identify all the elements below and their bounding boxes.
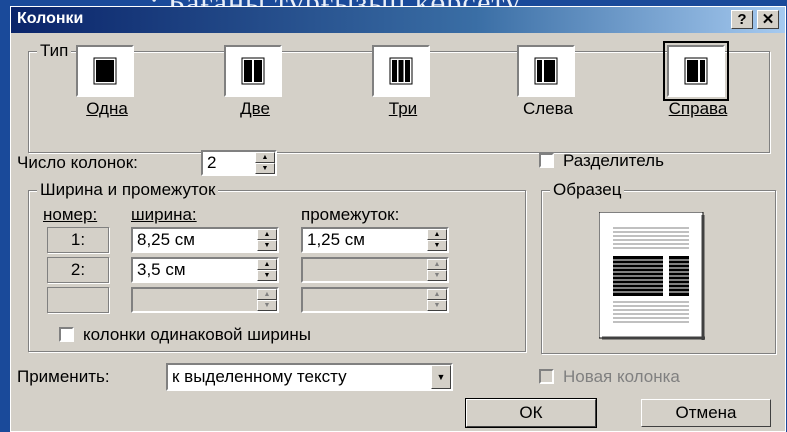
width-value[interactable]: 8,25 см (137, 230, 195, 250)
separator-checkbox[interactable] (539, 153, 554, 168)
width-spinner[interactable]: 3,5 см ▲ ▼ (131, 257, 279, 283)
column-count-label: Число колонок: (17, 153, 138, 172)
type-group-label: Тип (37, 41, 72, 61)
one-column-icon (93, 57, 117, 85)
preview-label: Образец (550, 180, 625, 200)
type-two-label: Две (240, 99, 270, 118)
spin-down-icon[interactable]: ▼ (255, 163, 275, 174)
spin-up-icon[interactable]: ▲ (257, 259, 277, 270)
two-columns-icon (241, 57, 265, 85)
column-number-header: номер: (43, 205, 98, 224)
columns-dialog: Колонки ? ✕ Тип Одна Две Три Слева Справ… (10, 6, 786, 432)
column-gap-header: промежуток: (301, 205, 400, 224)
type-right-label: Справа (668, 99, 728, 118)
type-right-button[interactable] (663, 41, 729, 101)
spin-down-icon: ▼ (427, 300, 447, 311)
spin-up-icon[interactable]: ▲ (427, 229, 447, 240)
spin-up-icon: ▲ (257, 289, 277, 300)
width-spinner: ▲ ▼ (131, 287, 279, 313)
right-column-icon (684, 57, 708, 85)
spin-down-icon[interactable]: ▼ (257, 240, 277, 251)
type-three-label: Три (388, 99, 418, 118)
ok-button[interactable]: ОК (465, 398, 597, 428)
apply-value[interactable]: к выделенному тексту (172, 367, 347, 387)
gap-spinner: ▲ ▼ (301, 287, 449, 313)
three-columns-icon (389, 57, 413, 85)
spin-up-icon[interactable]: ▲ (257, 229, 277, 240)
left-column-icon (534, 57, 558, 85)
spin-down-icon[interactable]: ▼ (427, 240, 447, 251)
spin-up-icon: ▲ (427, 289, 447, 300)
column-width-header: ширина: (131, 205, 197, 224)
type-left-button[interactable] (517, 45, 575, 97)
new-column-checkbox (539, 369, 554, 384)
spin-down-icon[interactable]: ▼ (257, 270, 277, 281)
width-spinner[interactable]: 8,25 см ▲ ▼ (131, 227, 279, 253)
spin-up-icon[interactable]: ▲ (255, 152, 275, 163)
width-spacing-label: Ширина и промежуток (37, 180, 219, 200)
type-one-button[interactable] (76, 45, 134, 97)
cancel-button[interactable]: Отмена (641, 399, 771, 427)
page-preview (599, 212, 705, 340)
gap-spinner: ▲ ▼ (301, 257, 449, 283)
gap-spinner[interactable]: 1,25 см ▲ ▼ (301, 227, 449, 253)
type-one-label: Одна (86, 99, 128, 118)
row-number: 2: (47, 257, 109, 283)
title-bar: Колонки ? ✕ (11, 7, 785, 33)
row-number: 1: (47, 227, 109, 253)
spin-down-icon: ▼ (257, 300, 277, 311)
width-value[interactable]: 3,5 см (137, 260, 186, 280)
spin-up-icon: ▲ (427, 259, 447, 270)
column-count-value[interactable]: 2 (207, 153, 216, 173)
chevron-down-icon[interactable]: ▼ (431, 365, 451, 389)
type-two-button[interactable] (224, 45, 282, 97)
help-button[interactable]: ? (731, 10, 753, 29)
spin-down-icon: ▼ (427, 270, 447, 281)
gap-value[interactable]: 1,25 см (307, 230, 365, 250)
apply-select[interactable]: к выделенному тексту ▼ (166, 363, 453, 391)
equal-width-checkbox[interactable] (59, 327, 74, 342)
equal-width-label: колонки одинаковой ширины (83, 325, 311, 344)
dialog-title: Колонки (17, 10, 84, 27)
apply-label: Применить: (17, 367, 110, 386)
row-number (47, 287, 109, 313)
separator-label: Разделитель (563, 151, 664, 170)
new-column-label: Новая колонка (563, 367, 680, 386)
close-button[interactable]: ✕ (757, 10, 779, 29)
column-count-spinner[interactable]: 2 ▲ ▼ (201, 150, 277, 176)
type-three-button[interactable] (372, 45, 430, 97)
type-left-label: Слева (523, 99, 573, 118)
